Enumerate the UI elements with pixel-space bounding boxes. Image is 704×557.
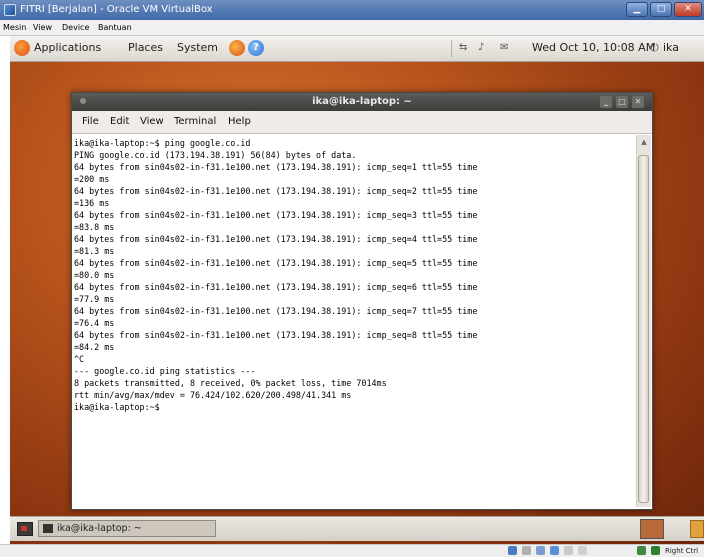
virtualbox-icon (4, 4, 16, 16)
terminal-line: PING google.co.id (173.194.38.191) 56(84… (74, 150, 357, 160)
host-key-icon (651, 546, 660, 555)
terminal-line: =76.4 ms (74, 318, 115, 328)
network-icon[interactable]: ⇆ (459, 42, 467, 53)
taskbar-terminal-button[interactable]: ika@ika-laptop: ~ (38, 520, 216, 537)
optical-drive-icon[interactable] (522, 546, 531, 555)
terminal-menu-view[interactable]: View (140, 111, 164, 133)
gnome-bottom-panel: ika@ika-laptop: ~ (10, 516, 704, 541)
terminal-line: rtt min/avg/max/mdev = 76.424/102.620/20… (74, 390, 352, 400)
terminal-output[interactable]: ika@ika-laptop:~$ ping google.co.id PING… (74, 135, 634, 507)
terminal-minimize-button[interactable]: _ (600, 96, 612, 108)
taskbar-label: ika@ika-laptop: ~ (57, 523, 142, 534)
terminal-line: =83.8 ms (74, 222, 115, 232)
show-desktop-icon[interactable] (17, 522, 33, 536)
terminal-line: 64 bytes from sin04s02-in-f31.1e100.net … (74, 258, 478, 268)
scroll-up-arrow-icon[interactable]: ▲ (639, 137, 649, 147)
terminal-title: ika@ika-laptop: ~ (312, 96, 412, 107)
vbox-menu-view[interactable]: View (33, 20, 52, 35)
terminal-line: ^C (74, 354, 85, 364)
firefox-icon[interactable] (229, 40, 245, 56)
terminal-menu-bar: File Edit View Terminal Help (72, 111, 652, 134)
terminal-menu-file[interactable]: File (82, 111, 99, 133)
places-menu[interactable]: Places (128, 41, 163, 54)
minimize-button[interactable]: ▁ (626, 2, 648, 17)
gnome-top-panel: Applications Places System ? ⇆ ♪ ✉ Wed O… (10, 36, 704, 62)
applications-menu[interactable]: Applications (34, 41, 101, 54)
window-menu-icon[interactable] (80, 98, 86, 104)
terminal-title-bar[interactable]: ika@ika-laptop: ~ _ □ ✕ (72, 93, 652, 111)
terminal-line: =136 ms (74, 198, 110, 208)
terminal-window[interactable]: ika@ika-laptop: ~ _ □ ✕ File Edit View T… (71, 92, 653, 510)
vbox-menu-device[interactable]: Device (62, 20, 89, 35)
host-key-label: Right Ctrl (665, 547, 699, 555)
capture-indicator-icon[interactable] (637, 546, 646, 555)
vbox-window-title: FITRI [Berjalan] - Oracle VM VirtualBox (20, 4, 213, 15)
trash-icon[interactable] (690, 520, 704, 538)
shared-folders-icon[interactable] (564, 546, 573, 555)
vbox-menu-bantuan[interactable]: Bantuan (98, 20, 132, 35)
terminal-line: =84.2 ms (74, 342, 115, 352)
guest-desktop[interactable]: Applications Places System ? ⇆ ♪ ✉ Wed O… (10, 36, 704, 544)
terminal-line: 8 packets transmitted, 8 received, 0% pa… (74, 378, 387, 388)
terminal-line: =80.0 ms (74, 270, 115, 280)
panel-separator (451, 40, 452, 57)
vbox-title-bar: FITRI [Berjalan] - Oracle VM VirtualBox … (0, 0, 704, 20)
terminal-menu-edit[interactable]: Edit (110, 111, 129, 133)
system-menu[interactable]: System (177, 41, 218, 54)
hard-disk-icon[interactable] (508, 546, 517, 555)
terminal-line: =77.9 ms (74, 294, 115, 304)
terminal-scrollbar[interactable]: ▲ (636, 135, 651, 507)
terminal-line: --- google.co.id ping statistics --- (74, 366, 256, 376)
terminal-line: =81.3 ms (74, 246, 115, 256)
terminal-line: 64 bytes from sin04s02-in-f31.1e100.net … (74, 210, 478, 220)
usb-icon[interactable] (536, 546, 545, 555)
workspace-switcher[interactable] (640, 519, 664, 539)
display-icon[interactable] (578, 546, 587, 555)
terminal-line: 64 bytes from sin04s02-in-f31.1e100.net … (74, 330, 478, 340)
ubuntu-menu-icon[interactable] (14, 40, 30, 56)
scrollbar-thumb[interactable] (638, 155, 649, 503)
terminal-line: =200 ms (74, 174, 110, 184)
terminal-line: 64 bytes from sin04s02-in-f31.1e100.net … (74, 306, 478, 316)
vbox-menu-bar: Mesin View Device Bantuan (0, 20, 704, 36)
terminal-line: 64 bytes from sin04s02-in-f31.1e100.net … (74, 234, 478, 244)
terminal-line: 64 bytes from sin04s02-in-f31.1e100.net … (74, 162, 478, 172)
terminal-icon (43, 524, 53, 533)
terminal-line: ika@ika-laptop:~$ ping google.co.id (74, 138, 251, 148)
power-icon[interactable]: ⏻ (650, 41, 659, 55)
mail-icon[interactable]: ✉ (500, 42, 508, 53)
vbox-menu-mesin[interactable]: Mesin (3, 20, 26, 35)
terminal-menu-terminal[interactable]: Terminal (174, 111, 216, 133)
vbox-status-bar: Right Ctrl (0, 544, 704, 557)
volume-icon[interactable]: ♪ (478, 42, 484, 53)
help-icon[interactable]: ? (248, 40, 264, 56)
terminal-menu-help[interactable]: Help (228, 111, 251, 133)
clock[interactable]: Wed Oct 10, 10:08 AM (532, 41, 655, 54)
network-adapter-icon[interactable] (550, 546, 559, 555)
terminal-maximize-button[interactable]: □ (616, 96, 628, 108)
terminal-line: ika@ika-laptop:~$ (74, 402, 160, 412)
terminal-line: 64 bytes from sin04s02-in-f31.1e100.net … (74, 282, 478, 292)
close-button[interactable]: ✕ (674, 2, 702, 17)
terminal-close-button[interactable]: ✕ (632, 96, 644, 108)
maximize-button[interactable]: □ (650, 2, 672, 17)
user-menu[interactable]: ika (663, 41, 679, 54)
terminal-line: 64 bytes from sin04s02-in-f31.1e100.net … (74, 186, 478, 196)
